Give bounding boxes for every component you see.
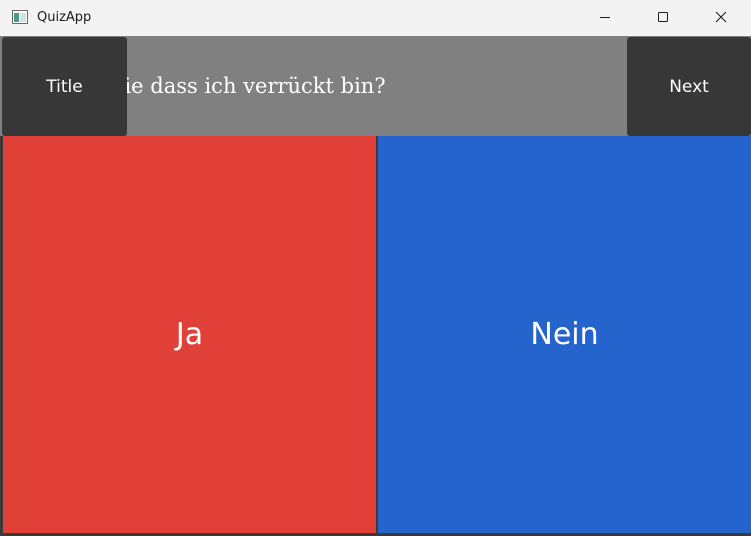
next-button[interactable]: Next: [627, 37, 751, 136]
answer-no-label: Nein: [530, 317, 599, 352]
window-title: QuizApp: [37, 10, 92, 25]
close-button[interactable]: [692, 0, 750, 34]
title-bar[interactable]: QuizApp: [0, 0, 751, 36]
quiz-app-window: QuizApp ben Sie dass ich verrückt bin? T…: [0, 0, 751, 536]
minimize-icon: [600, 17, 610, 18]
answer-yes-label: Ja: [175, 317, 204, 352]
maximize-icon: [658, 12, 668, 22]
question-text: ben Sie dass ich verrückt bin?: [64, 74, 386, 98]
title-button[interactable]: Title: [2, 37, 127, 136]
minimize-button[interactable]: [576, 0, 634, 34]
maximize-button[interactable]: [634, 0, 692, 34]
answer-yes-button[interactable]: Ja: [3, 136, 376, 533]
close-icon: [715, 11, 727, 23]
answer-no-button[interactable]: Nein: [378, 136, 751, 533]
app-window-icon: [12, 10, 28, 24]
